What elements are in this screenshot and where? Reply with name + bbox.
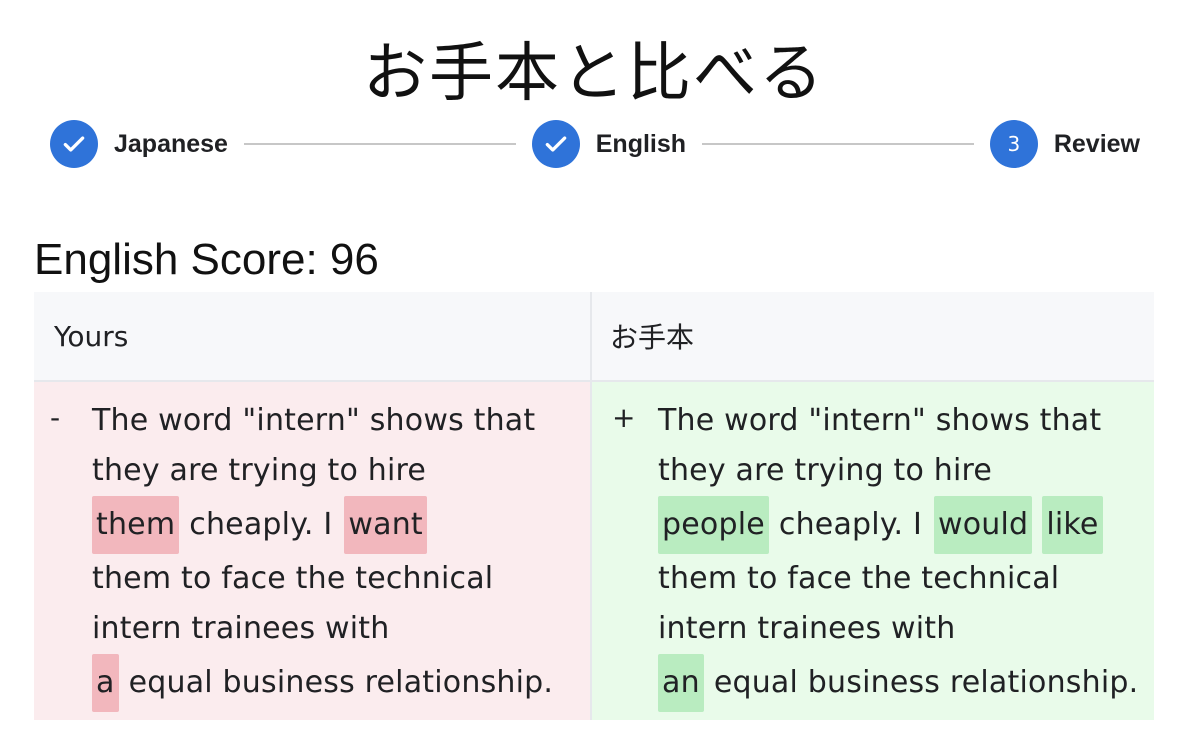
added-word: people (658, 496, 769, 554)
text-line: an equal business relationship. (658, 654, 1148, 712)
text-segment: cheaply. I (189, 507, 333, 542)
text-line: people cheaply. I would like (658, 496, 1148, 554)
added-word: would (934, 496, 1033, 554)
step-label: English (595, 129, 687, 158)
text-line: them cheaply. I want (92, 496, 572, 554)
step-english[interactable]: English (531, 120, 687, 168)
diff-table: Yours - The word "intern" shows that the… (34, 292, 1154, 720)
model-text: The word "intern" shows that they are tr… (658, 396, 1148, 712)
page-title: お手本と比べる (363, 37, 825, 111)
text-line: a equal business relationship. (92, 654, 572, 712)
text-segment: cheaply. I (778, 507, 923, 542)
removed-word: a (92, 654, 119, 712)
text-line: them to face the technical (658, 561, 1060, 596)
text-segment: equal business relationship. (713, 665, 1139, 700)
text-line: they are trying to hire (658, 453, 993, 488)
yours-header: Yours (34, 292, 590, 382)
model-column: お手本 + The word "intern" shows that they … (590, 292, 1154, 720)
text-line: intern trainees with (658, 611, 956, 646)
step-connector (243, 143, 516, 145)
added-word: like (1042, 496, 1103, 554)
added-word: an (658, 654, 704, 712)
step-label: Japanese (114, 129, 228, 158)
text-line: The word "intern" shows that (658, 403, 1102, 438)
text-line: them to face the technical (92, 561, 494, 596)
step-number: 3 (989, 120, 1038, 168)
text-line: intern trainees with (92, 611, 390, 646)
english-score: English Score: 96 (34, 235, 379, 284)
text-line: they are trying to hire (92, 453, 427, 488)
yours-column: Yours - The word "intern" shows that the… (34, 292, 590, 720)
stepper: Japanese English 3 Review (50, 120, 1140, 168)
added-sign: + (612, 401, 636, 434)
removed-word: want (344, 496, 427, 554)
step-japanese[interactable]: Japanese (50, 120, 228, 168)
model-header: お手本 (592, 292, 1154, 382)
step-label: Review (1053, 129, 1140, 158)
removed-word: them (92, 496, 180, 554)
removed-sign: - (50, 401, 61, 434)
check-icon (50, 120, 98, 168)
text-line: The word "intern" shows that (92, 403, 536, 438)
step-review[interactable]: 3 Review (989, 120, 1140, 168)
check-icon (531, 120, 580, 168)
model-body: + The word "intern" shows that they are … (592, 382, 1154, 720)
yours-body: - The word "intern" shows that they are … (34, 382, 590, 720)
text-segment: equal business relationship. (128, 665, 554, 700)
step-connector (702, 143, 974, 145)
yours-text: The word "intern" shows that they are tr… (92, 396, 572, 712)
